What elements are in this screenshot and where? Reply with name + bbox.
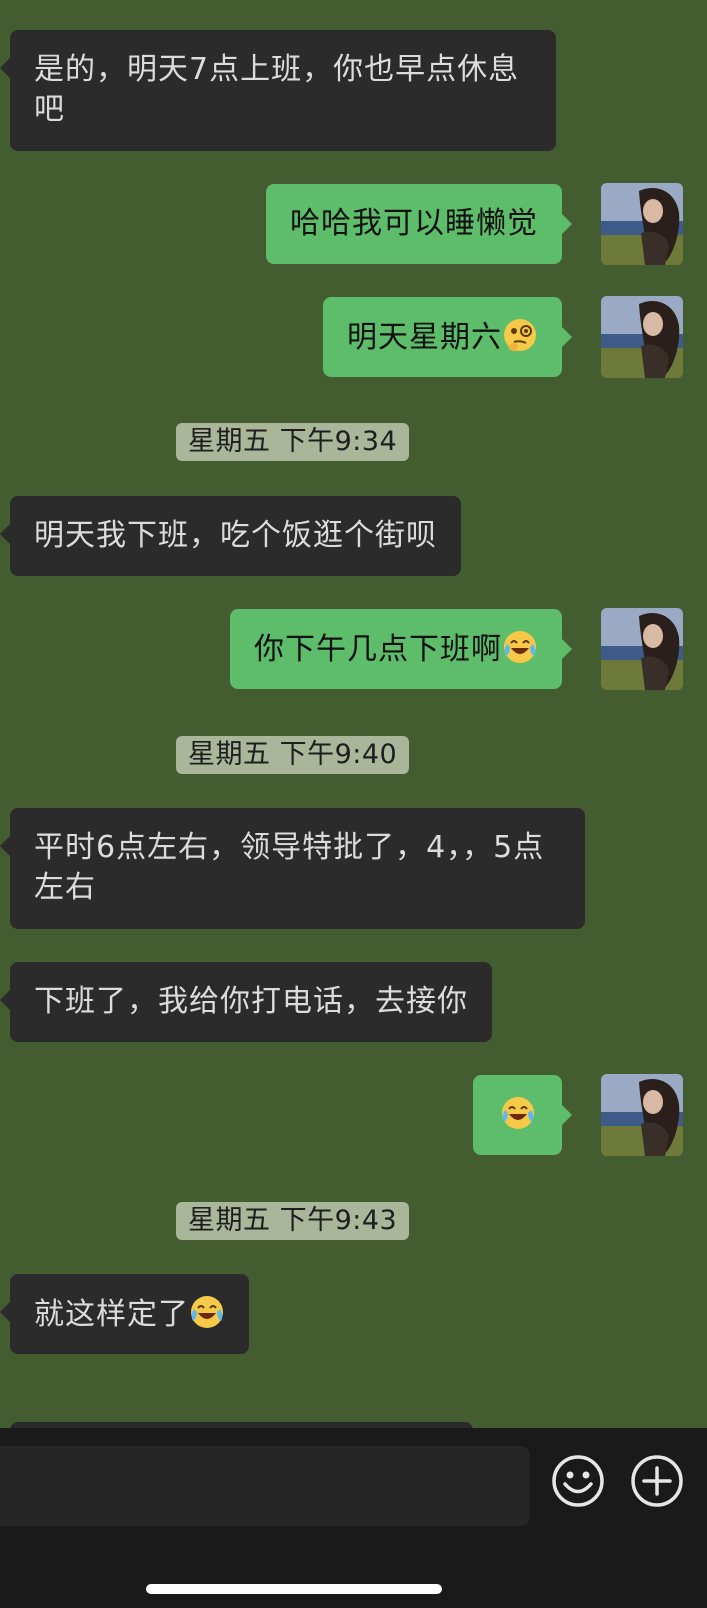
- avatar[interactable]: [601, 1074, 683, 1156]
- message-text: 就这样定了: [34, 1297, 189, 1332]
- message-text: 明天我下班，吃个饭逛个街呗: [34, 518, 437, 553]
- message-bubble-incoming[interactable]: 就这样定了: [0, 1274, 249, 1354]
- message-bubble-outgoing[interactable]: [473, 1075, 572, 1155]
- message-text: 下班了，我给你打电话，去接你: [34, 984, 468, 1019]
- face-with-tears-of-joy-icon: [500, 1095, 536, 1131]
- timestamp: 星期五 下午9:43: [176, 1202, 410, 1240]
- message-bubble-outgoing[interactable]: 你下午几点下班啊: [230, 609, 572, 689]
- timestamp: 星期五 下午9:40: [176, 736, 410, 774]
- face-with-tears-of-joy-icon: [189, 1294, 225, 1330]
- face-with-monocle-icon: [502, 317, 538, 353]
- message-bubble-incoming[interactable]: 下班了，我给你打电话，去接你: [0, 962, 492, 1042]
- avatar[interactable]: [601, 608, 683, 690]
- timestamp: 星期五 下午9:34: [176, 423, 410, 461]
- home-indicator[interactable]: [146, 1584, 442, 1594]
- message-bubble-outgoing[interactable]: 明天星期六: [323, 297, 572, 377]
- message-text: 是的，明天7点上班，你也早点休息吧: [34, 52, 520, 127]
- emoji-button[interactable]: [550, 1453, 606, 1509]
- message-bubble-incoming[interactable]: 是的，明天7点上班，你也早点休息吧: [0, 30, 556, 151]
- message-text: 你下午几点下班啊: [254, 632, 502, 667]
- message-bubble-incoming[interactable]: 平时6点左右，领导特批了，4，，5点左右: [0, 808, 585, 929]
- plus-icon: [631, 1455, 683, 1507]
- chat-input-bar: [0, 1428, 707, 1608]
- smile-icon: [552, 1455, 604, 1507]
- face-with-tears-of-joy-icon: [502, 629, 538, 665]
- avatar[interactable]: [601, 296, 683, 378]
- message-text: 平时6点左右，领导特批了，4，，5点左右: [34, 830, 545, 905]
- avatar[interactable]: [601, 183, 683, 265]
- message-text: 明天星期六: [347, 320, 502, 355]
- message-text: 哈哈我可以睡懒觉: [290, 206, 538, 241]
- message-input[interactable]: [0, 1446, 530, 1526]
- message-bubble-incoming[interactable]: 明天我下班，吃个饭逛个街呗: [0, 496, 461, 576]
- message-bubble-outgoing[interactable]: 哈哈我可以睡懒觉: [266, 184, 572, 264]
- more-button[interactable]: [629, 1453, 685, 1509]
